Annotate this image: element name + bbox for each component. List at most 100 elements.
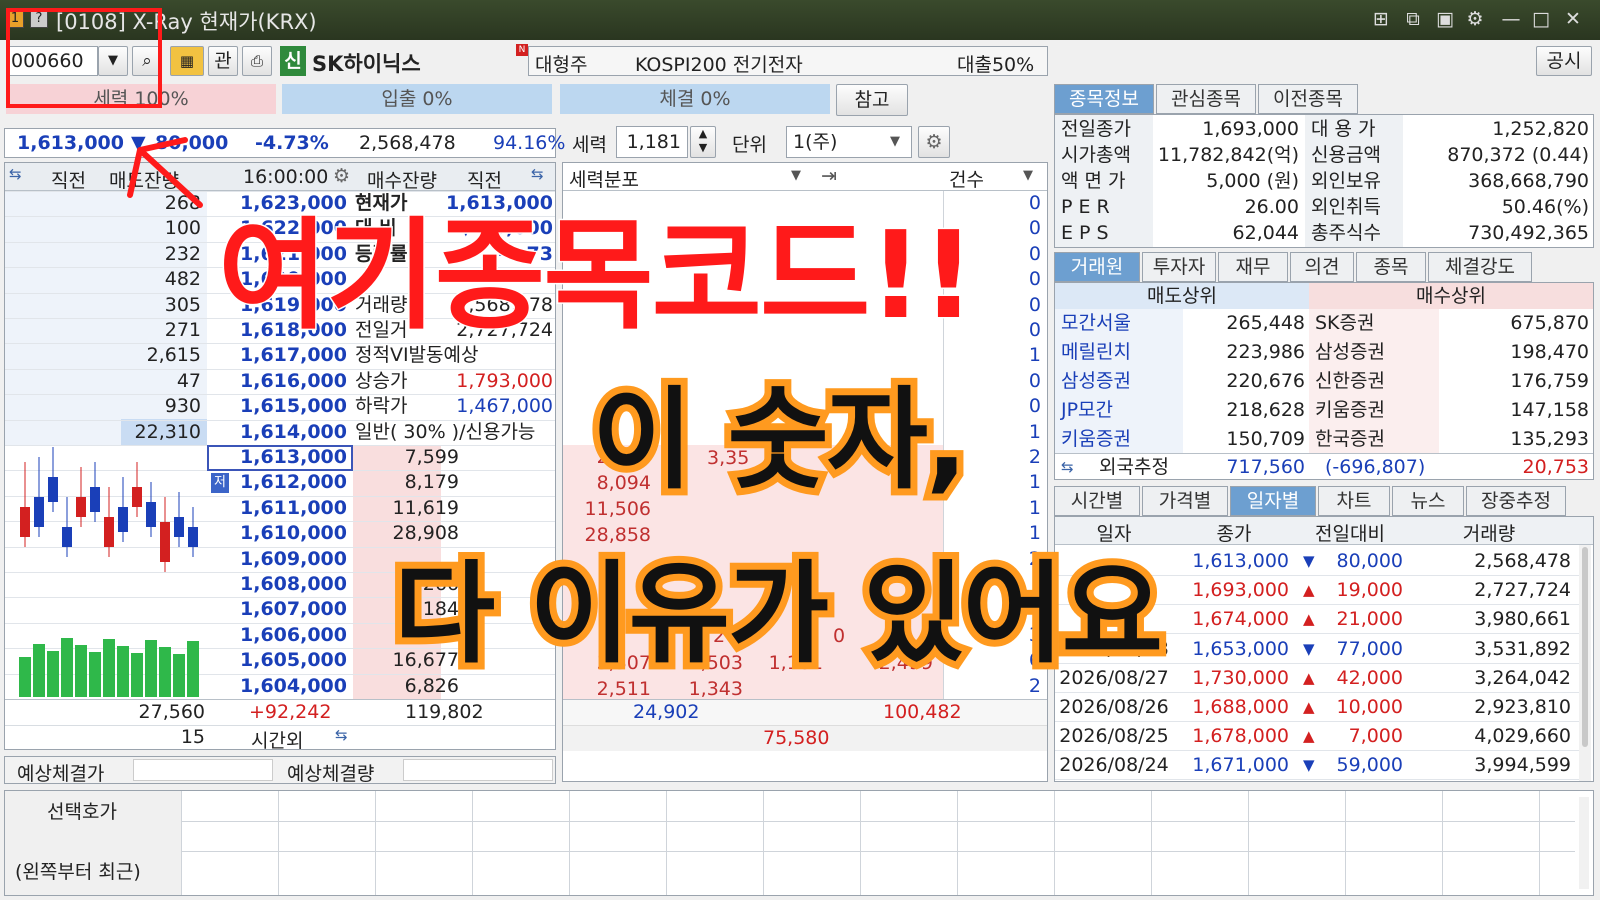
mini-candle-chart bbox=[19, 447, 199, 697]
candle-body bbox=[104, 517, 114, 547]
daily-close: 1,678,000 bbox=[1192, 725, 1289, 748]
volume-bar bbox=[159, 647, 171, 697]
tab-0[interactable]: 시간별 bbox=[1054, 486, 1140, 516]
ask-price: 1,614,000 bbox=[240, 420, 347, 443]
sell-volume: 265,448 bbox=[1226, 312, 1305, 334]
sell-broker[interactable]: 키움증권 bbox=[1061, 425, 1131, 453]
daily-change: 10,000 bbox=[1336, 696, 1403, 718]
tab-0[interactable]: 종목정보 bbox=[1054, 84, 1154, 114]
grid-line bbox=[375, 791, 376, 895]
low-badge: 저 bbox=[211, 473, 229, 493]
candle-body bbox=[90, 487, 100, 512]
buy-broker[interactable]: 키움증권 bbox=[1315, 396, 1385, 424]
daily-col-header: 거래량 bbox=[1462, 523, 1516, 545]
minimize-icon[interactable]: — bbox=[1500, 8, 1522, 30]
tab-1[interactable]: 관심종목 bbox=[1156, 84, 1256, 114]
sell-volume: 150,709 bbox=[1226, 428, 1305, 450]
ask-qty: 47 bbox=[176, 369, 201, 392]
stock-info-grid: 전일종가 1,693,000 대 용 가 1,252,820 시가총액 11,782,84… bbox=[1054, 114, 1594, 248]
tab-3[interactable]: 차트 bbox=[1318, 486, 1390, 516]
daily-volume: 3,994,599 bbox=[1474, 754, 1571, 777]
grid-line bbox=[569, 791, 570, 895]
tab-2[interactable]: 일자별 bbox=[1230, 486, 1316, 516]
grid-line bbox=[1055, 779, 1579, 781]
daily-tabs: 시간별 가격별 일자별 차트 뉴스 장중추정 bbox=[1054, 486, 1594, 516]
buy-broker[interactable]: 삼성증권 bbox=[1315, 338, 1385, 366]
tab-5[interactable]: 장중추정 bbox=[1466, 486, 1566, 516]
info-value-2: 1,252,820 bbox=[1492, 118, 1589, 140]
ask-qty: 482 bbox=[164, 268, 201, 291]
tab-2[interactable]: 이전종목 bbox=[1258, 84, 1358, 114]
print-icon[interactable]: ⎙ bbox=[242, 46, 272, 76]
swap-icon[interactable]: ⇆ bbox=[9, 165, 22, 183]
tab-5[interactable]: 체결강도 bbox=[1428, 252, 1532, 282]
daily-scrollbar[interactable] bbox=[1579, 545, 1591, 781]
ask-qty: 100 bbox=[164, 217, 201, 240]
broker-tabs: 거래원 투자자 재무 의견 종목 체결강도 bbox=[1054, 252, 1594, 282]
info-key-2: 신용금액 bbox=[1311, 144, 1381, 166]
selected-quote-label: 선택호가 bbox=[47, 801, 117, 823]
tab-4[interactable]: 종목 bbox=[1356, 252, 1426, 282]
up-arrow-icon: ▲ bbox=[1303, 698, 1315, 716]
up-arrow-icon: ▲ bbox=[1303, 581, 1315, 600]
disclosure-button[interactable]: 공시 bbox=[1536, 46, 1592, 76]
bottom-scrollbar[interactable] bbox=[1579, 797, 1589, 889]
copy-icon[interactable]: ⧉ bbox=[1402, 8, 1424, 30]
price-summary: 1,613,000 ▼ 80,000 -4.73% 2,568,478 94.1… bbox=[4, 128, 565, 158]
daily-scroll-thumb[interactable] bbox=[1582, 547, 1588, 747]
watch-button[interactable]: 관 bbox=[208, 46, 238, 76]
tab-1[interactable]: 가격별 bbox=[1142, 486, 1228, 516]
close-icon[interactable]: ✕ bbox=[1562, 8, 1584, 30]
selected-quote-label-box: 선택호가 (왼쪽부터 최근) bbox=[5, 791, 181, 895]
foreign-swap-icon[interactable]: ⇆ bbox=[1061, 454, 1074, 480]
after-swap-icon[interactable]: ⇆ bbox=[335, 726, 348, 744]
tab-0[interactable]: 거래원 bbox=[1054, 252, 1140, 282]
bid-price: 1,611,000 bbox=[240, 496, 347, 519]
info-value: 26.00 bbox=[1244, 196, 1299, 218]
daily-volume: 3,531,892 bbox=[1474, 637, 1571, 660]
tab-3[interactable]: 의견 bbox=[1290, 252, 1354, 282]
sell-volume: 218,628 bbox=[1226, 399, 1305, 421]
maximize-icon[interactable]: □ bbox=[1530, 8, 1552, 30]
candle-body bbox=[160, 522, 170, 562]
bid-price: 1,612,000 bbox=[240, 471, 347, 494]
info-value: 5,000 (원) bbox=[1206, 170, 1299, 192]
buy-broker[interactable]: 신한증권 bbox=[1315, 367, 1385, 395]
reference-button[interactable]: 참고 bbox=[836, 84, 908, 116]
bid-total: 119,802 bbox=[405, 701, 484, 723]
unit-dropdown-icon[interactable]: ▼ bbox=[890, 134, 900, 149]
tab-4[interactable]: 뉴스 bbox=[1392, 486, 1464, 516]
tab-1[interactable]: 투자자 bbox=[1142, 252, 1216, 282]
sell-broker[interactable]: 메릴린치 bbox=[1061, 338, 1131, 366]
after-hours-row: 15 시간외 ⇆ bbox=[5, 725, 555, 752]
buy-volume: 198,470 bbox=[1510, 341, 1589, 363]
gear-icon[interactable]: ⚙ bbox=[1464, 8, 1486, 30]
force-value-input[interactable]: 1,181 bbox=[616, 126, 688, 158]
buy-broker[interactable]: 한국증권 bbox=[1315, 425, 1385, 453]
candle-body bbox=[48, 477, 58, 502]
ask-total: 27,560 bbox=[138, 701, 205, 723]
tab-2[interactable]: 재무 bbox=[1218, 252, 1288, 282]
sell-broker[interactable]: JP모간 bbox=[1061, 396, 1113, 424]
candle-body bbox=[132, 487, 142, 507]
sell-broker[interactable]: 삼성증권 bbox=[1061, 367, 1131, 395]
count-dropdown-icon[interactable]: ▼ bbox=[1023, 168, 1033, 183]
daily-close: 1,674,000 bbox=[1192, 608, 1289, 631]
pin-icon[interactable]: ⊞ bbox=[1370, 8, 1392, 30]
unit-label: 단위 bbox=[732, 134, 767, 156]
daily-volume: 4,029,660 bbox=[1474, 725, 1571, 748]
bid-qty: 7,599 bbox=[404, 446, 459, 468]
buy-broker[interactable]: SK증권 bbox=[1315, 309, 1374, 337]
sell-broker[interactable]: 모간서울 bbox=[1061, 309, 1131, 337]
expected-qty-value bbox=[403, 759, 553, 781]
calendar-icon[interactable]: ▦ bbox=[170, 46, 204, 76]
volume-bar bbox=[117, 646, 129, 697]
camera-icon[interactable]: ▣ bbox=[1434, 8, 1456, 30]
settings-gear-icon[interactable]: ⚙ bbox=[918, 126, 950, 158]
up-arrow-icon: ▲ bbox=[1303, 668, 1315, 687]
down-arrow-icon: ▼ bbox=[1303, 639, 1315, 658]
col-prev: 직전 bbox=[51, 170, 86, 192]
force-stepper[interactable]: ▲ ▼ bbox=[690, 126, 716, 158]
daily-change: 77,000 bbox=[1336, 637, 1403, 660]
ask-qty: 930 bbox=[164, 395, 201, 418]
